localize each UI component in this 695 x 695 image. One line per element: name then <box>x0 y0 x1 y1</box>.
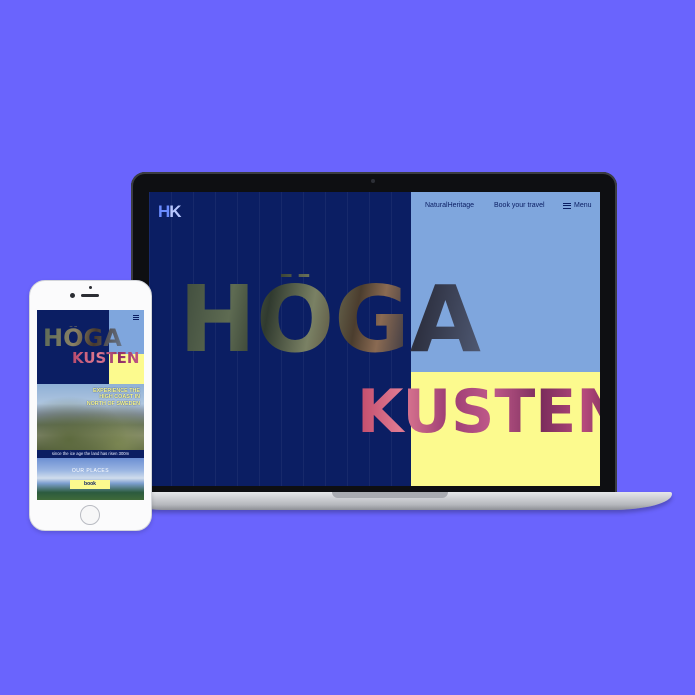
nav-book-travel[interactable]: Book your travel <box>494 202 545 209</box>
hero-title-hoga: HÖGA <box>179 266 481 373</box>
site-logo[interactable]: HK <box>158 202 182 222</box>
logo-letter-k: K <box>169 202 181 221</box>
mobile-section-label: OUR PLACES <box>71 468 110 474</box>
laptop-screen: HK NaturalHeritage Book your travel Menu… <box>149 192 600 486</box>
phone-sensor <box>89 286 92 289</box>
hamburger-icon <box>563 202 571 209</box>
laptop-base <box>108 492 672 510</box>
mobile-title-hoga: HÖGA <box>43 324 122 352</box>
phone-home-button[interactable] <box>80 505 100 525</box>
product-mockup-scene: HK NaturalHeritage Book your travel Menu… <box>0 0 695 695</box>
phone-speaker <box>81 294 99 297</box>
mobile-title-kusten: KUSTEN <box>72 349 140 367</box>
nav-menu-button[interactable]: Menu <box>563 202 592 209</box>
laptop-camera <box>371 179 375 183</box>
hero-title-kusten: KUSTEN <box>357 382 600 442</box>
logo-letter-h: H <box>158 202 170 221</box>
mobile-experience-text: EXPERIENCE THE HIGH COAST IN NORTH OF SW… <box>86 388 140 407</box>
mobile-book-button[interactable]: book <box>70 480 110 489</box>
phone-screen: HÖGA KUSTEN EXPERIENCE THE HIGH COAST IN… <box>37 310 144 500</box>
phone-frame: HÖGA KUSTEN EXPERIENCE THE HIGH COAST IN… <box>29 280 152 531</box>
mobile-lake-photo <box>37 458 144 500</box>
nav-natural-heritage[interactable]: NaturalHeritage <box>425 202 474 209</box>
phone-camera <box>70 293 75 298</box>
mobile-info-strip: since the ice age the land has risen 300… <box>37 450 144 458</box>
nav-menu-label: Menu <box>574 202 592 209</box>
mobile-hamburger-icon[interactable] <box>133 315 139 320</box>
laptop-frame: HK NaturalHeritage Book your travel Menu… <box>131 172 617 499</box>
laptop-notch <box>332 492 448 498</box>
